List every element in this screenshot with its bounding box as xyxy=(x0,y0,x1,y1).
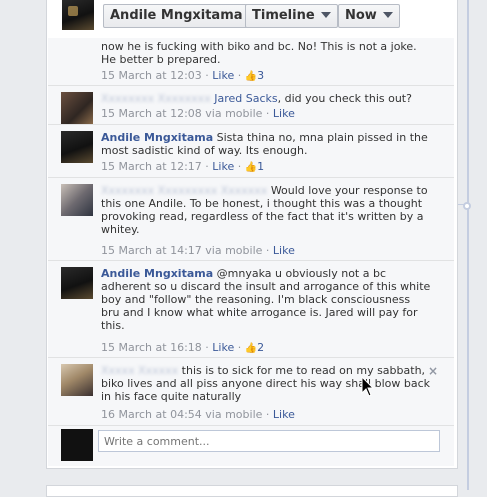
comment-time[interactable]: 15 March at 12:03 xyxy=(101,69,202,82)
close-icon[interactable]: × xyxy=(428,364,438,378)
like-link[interactable]: Like xyxy=(212,69,234,82)
timeline-header: Andile Mngxitama Timeline Now xyxy=(46,0,457,38)
comment-meta: 15 March at 12:08 via mobile · Like xyxy=(101,107,295,120)
comment-author[interactable]: Andile Mngxitama xyxy=(101,131,213,144)
comment-text: now he is fucking with biko and bc. No! … xyxy=(101,40,417,66)
comment-author[interactable]: Xxxxxxxx Xxxxxxxx xyxy=(101,92,211,105)
comment-meta: 15 March at 14:17 via mobile · Like xyxy=(101,244,295,257)
timeline-spine xyxy=(467,0,469,490)
next-post-card xyxy=(46,485,458,497)
timeline-label: Timeline xyxy=(252,8,315,23)
commenter-avatar[interactable] xyxy=(61,131,93,163)
comment-item: Xxxxx Xxxxxx this is to sick for me to r… xyxy=(48,358,454,426)
mouse-cursor-icon xyxy=(361,376,375,397)
comment-meta: 15 March at 12:17 · Like · 👍1 xyxy=(101,160,265,173)
commenter-avatar[interactable] xyxy=(61,267,93,299)
comment-author[interactable]: Xxxxx Xxxxxx xyxy=(101,364,178,377)
like-link[interactable]: Like xyxy=(212,341,234,354)
tagged-user[interactable]: Jared Sacks xyxy=(214,92,277,105)
now-label: Now xyxy=(345,8,377,23)
comment-meta: 15 March at 16:18 · Like · 👍2 xyxy=(101,341,265,354)
comment-time[interactable]: 15 March at 12:08 xyxy=(101,107,202,120)
chevron-down-icon xyxy=(382,11,393,18)
comment-time[interactable]: 15 March at 16:18 xyxy=(101,341,202,354)
chevron-down-icon xyxy=(320,11,331,18)
profile-name-label: Andile Mngxitama xyxy=(110,8,243,23)
commenter-avatar[interactable] xyxy=(61,184,93,216)
like-count[interactable]: 👍2 xyxy=(245,341,264,354)
comment-time[interactable]: 16 March at 04:54 xyxy=(101,408,202,421)
viewer-avatar xyxy=(61,429,93,461)
profile-name-button[interactable]: Andile Mngxitama xyxy=(103,4,250,28)
comment-text: Xxxxx Xxxxxx this is to sick for me to r… xyxy=(101,364,430,403)
comment-text: Xxxxxxxx Xxxxxxxxx Xxxxxxx Would love yo… xyxy=(101,184,428,236)
profile-avatar[interactable] xyxy=(62,0,94,30)
comment-item: Xxxxxxxx Xxxxxxxxx Xxxxxxx Would love yo… xyxy=(48,178,454,261)
comment-time[interactable]: 15 March at 14:17 xyxy=(101,244,202,257)
like-count[interactable]: 👍1 xyxy=(245,160,264,173)
commenter-avatar[interactable] xyxy=(61,364,93,396)
timeline-dropdown[interactable]: Timeline xyxy=(245,4,338,28)
comment-author[interactable]: Andile Mngxitama xyxy=(101,267,213,280)
comment-text: Andile Mngxitama Sista thina no, mna pla… xyxy=(101,131,428,157)
like-link[interactable]: Like xyxy=(273,408,295,421)
now-dropdown[interactable]: Now xyxy=(338,4,400,28)
thumbs-up-icon: 👍 xyxy=(244,343,258,354)
comment-item: Andile Mngxitama Sista thina no, mna pla… xyxy=(48,125,454,178)
comment-item: Andile Mngxitama @mnyaka u obviously not… xyxy=(48,261,454,358)
comment-input[interactable] xyxy=(98,430,440,452)
comment-time[interactable]: 15 March at 12:17 xyxy=(101,160,202,173)
comment-item: now he is fucking with biko and bc. No! … xyxy=(48,38,454,86)
comment-item: Xxxxxxxx Xxxxxxxx Jared Sacks, did you c… xyxy=(48,86,454,125)
timeline-dot xyxy=(463,202,471,210)
comment-text: Xxxxxxxx Xxxxxxxx Jared Sacks, did you c… xyxy=(101,92,412,105)
like-link[interactable]: Like xyxy=(273,107,295,120)
comment-composer xyxy=(48,426,454,466)
like-link[interactable]: Like xyxy=(212,160,234,173)
like-count[interactable]: 👍3 xyxy=(245,69,264,82)
comment-meta: 16 March at 04:54 via mobile · Like xyxy=(101,408,295,421)
thumbs-up-icon: 👍 xyxy=(244,71,258,82)
comment-meta: 15 March at 12:03 · Like · 👍3 xyxy=(101,69,265,82)
comment-author[interactable]: Xxxxxxxx Xxxxxxxxx Xxxxxxx xyxy=(101,184,267,197)
commenter-avatar[interactable] xyxy=(61,92,93,124)
comment-text: Andile Mngxitama @mnyaka u obviously not… xyxy=(101,267,431,332)
like-link[interactable]: Like xyxy=(273,244,295,257)
thumbs-up-icon: 👍 xyxy=(244,162,258,173)
